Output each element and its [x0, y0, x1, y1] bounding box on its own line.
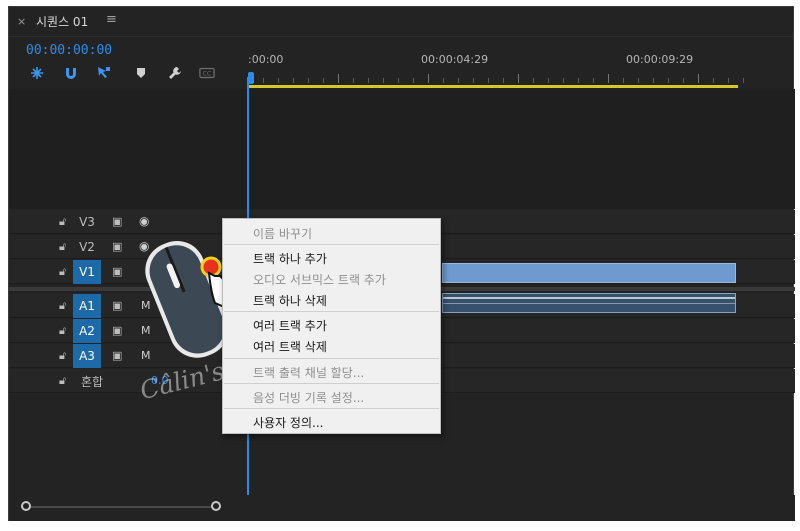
close-tab-icon[interactable]: ×: [17, 15, 26, 28]
svg-text:CC: CC: [203, 71, 212, 78]
menu-separator: [224, 311, 439, 312]
ruler-tick: [353, 78, 354, 83]
audio-waveform: [443, 297, 735, 299]
ruler-tick: [668, 78, 669, 83]
track-name[interactable]: A2: [73, 319, 101, 343]
track-context-menu: 이름 바꾸기 트랙 하나 추가 오디오 서브믹스 트랙 추가 트랙 하나 삭제 …: [222, 218, 441, 434]
audio-clip[interactable]: [442, 293, 736, 313]
toggle-sync-icon[interactable]: ▣: [112, 324, 122, 337]
panel-header: × 시퀀스 01 ≡: [9, 7, 793, 37]
ruler-tick: [548, 78, 549, 83]
track-name[interactable]: V2: [73, 235, 101, 259]
ruler-tick: [413, 78, 414, 83]
lock-icon[interactable]: 🔓︎: [59, 215, 66, 229]
wrench-icon[interactable]: [167, 65, 183, 81]
eye-icon[interactable]: ◉: [139, 214, 149, 228]
track-name[interactable]: V3: [73, 210, 101, 234]
ruler-tick: [503, 78, 504, 83]
scroll-end-handle[interactable]: [211, 501, 221, 511]
ruler-tick: [623, 78, 624, 83]
ruler-tick: [683, 78, 684, 83]
sequence-tab-title[interactable]: 시퀀스 01: [36, 13, 88, 30]
ruler-label: :00:00: [248, 53, 284, 66]
ruler-tick: [593, 78, 594, 83]
ruler-tick: [653, 78, 654, 83]
menu-item-voiceover-settings[interactable]: 음성 더빙 기록 설정...: [253, 389, 364, 406]
lock-icon[interactable]: 🔓︎: [59, 349, 66, 363]
video-clip[interactable]: [442, 263, 736, 283]
ruler-label: 00:00:04:29: [421, 53, 489, 66]
menu-separator: [224, 383, 439, 384]
marker-icon[interactable]: [133, 65, 149, 81]
ruler-tick: [728, 78, 729, 83]
track-name[interactable]: A1: [73, 294, 101, 318]
audio-waveform: [443, 303, 735, 304]
menu-separator: [224, 358, 439, 359]
ruler-tick: [578, 78, 579, 83]
ruler-tick: [488, 78, 489, 83]
ruler-tick: [563, 78, 564, 83]
menu-item-assign-output[interactable]: 트랙 출력 채널 할당...: [253, 364, 364, 381]
toggle-sync-icon[interactable]: ▣: [112, 299, 122, 312]
work-area-bar[interactable]: [248, 85, 738, 88]
ruler-tick: [743, 78, 744, 83]
menu-item-add-track[interactable]: 트랙 하나 추가: [253, 250, 327, 267]
toggle-sync-icon[interactable]: ▣: [112, 349, 122, 362]
menu-item-rename[interactable]: 이름 바꾸기: [253, 225, 312, 242]
ruler-label: 00:00:09:29: [626, 53, 694, 66]
ruler-tick: [398, 78, 399, 83]
track-name[interactable]: V1: [73, 260, 101, 284]
ruler-tick: [443, 78, 444, 83]
menu-separator: [224, 244, 439, 245]
menu-separator: [224, 408, 439, 409]
menu-item-delete-track[interactable]: 트랙 하나 삭제: [253, 292, 327, 309]
zoom-scroll-bar[interactable]: [9, 495, 795, 521]
lock-icon[interactable]: 🔓︎: [59, 299, 66, 313]
empty-track-space: [9, 89, 795, 209]
ruler-tick: [263, 78, 264, 83]
magnet-icon[interactable]: [63, 65, 79, 81]
snap-icon[interactable]: [29, 65, 45, 81]
scroll-start-handle[interactable]: [21, 501, 31, 511]
playhead-timecode[interactable]: 00:00:00:00: [26, 43, 112, 58]
ruler-tick: [308, 78, 309, 83]
toggle-sync-icon[interactable]: ▣: [112, 265, 122, 278]
track-name[interactable]: A3: [73, 344, 101, 368]
ruler-tick: [698, 74, 699, 83]
ruler-tick: [638, 78, 639, 83]
time-ruler[interactable]: :00:00 00:00:04:29 00:00:09:29: [248, 37, 795, 89]
ruler-tick: [473, 78, 474, 83]
menu-item-add-tracks[interactable]: 여러 트랙 추가: [253, 317, 327, 334]
lock-icon[interactable]: 🔓︎: [59, 374, 66, 388]
toggle-sync-icon[interactable]: ▣: [112, 215, 122, 228]
ruler-tick: [428, 74, 429, 83]
toggle-sync-icon[interactable]: ▣: [112, 240, 122, 253]
menu-item-customize[interactable]: 사용자 정의...: [253, 414, 323, 431]
lock-icon[interactable]: 🔓︎: [59, 265, 66, 279]
ruler-tick: [368, 78, 369, 83]
panel-menu-icon[interactable]: ≡: [106, 12, 117, 27]
menu-item-delete-tracks[interactable]: 여러 트랙 삭제: [253, 338, 327, 355]
mix-track-label: 혼합: [81, 375, 104, 389]
captions-icon[interactable]: CC: [199, 65, 215, 81]
ruler-tick: [713, 78, 714, 83]
ruler-tick: [323, 78, 324, 83]
scroll-track[interactable]: [21, 506, 221, 508]
ruler-tick: [293, 78, 294, 83]
ruler-tick: [338, 74, 339, 83]
lock-icon[interactable]: 🔓︎: [59, 240, 66, 254]
linked-selection-icon[interactable]: [96, 65, 112, 81]
lock-icon[interactable]: 🔓︎: [59, 324, 66, 338]
ruler-tick: [383, 78, 384, 83]
ruler-tick: [278, 78, 279, 83]
ruler-tick: [458, 78, 459, 83]
menu-item-add-audio-submix[interactable]: 오디오 서브믹스 트랙 추가: [253, 271, 386, 288]
ruler-tick: [533, 78, 534, 83]
ruler-tick: [518, 74, 519, 83]
ruler-tick: [608, 74, 609, 83]
